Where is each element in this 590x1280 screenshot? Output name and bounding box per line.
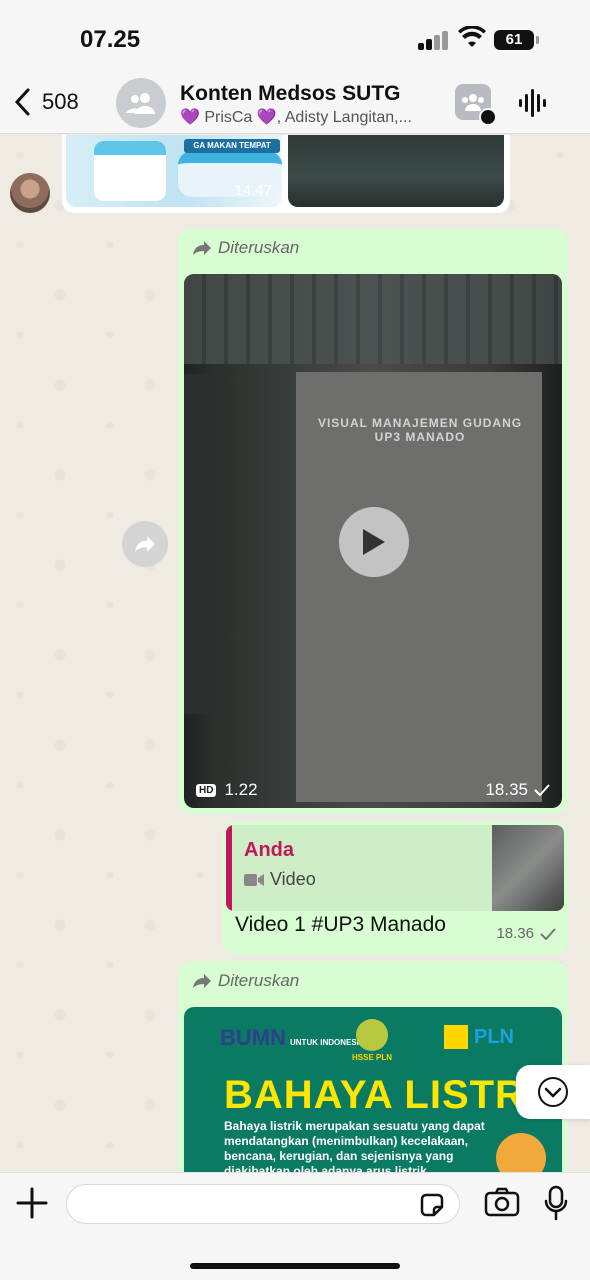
camera-icon[interactable] <box>484 1187 520 1217</box>
community-icon <box>462 94 484 111</box>
scroll-to-bottom-button[interactable] <box>516 1065 590 1119</box>
sent-check-icon <box>534 784 550 796</box>
media-thumbnail[interactable]: GA MAKAN TEMPAT 14.47 <box>66 135 282 207</box>
reply-message[interactable]: Anda Video Video 1 #UP3 Manado 18.36 <box>222 821 568 955</box>
previous-media-message[interactable]: GA MAKAN TEMPAT 14.47 <box>62 135 510 213</box>
microphone-icon[interactable] <box>544 1185 568 1221</box>
forwarded-video-message[interactable]: Diteruskan VISUAL MANAJEMEN GUDANG UP3 M… <box>178 228 568 814</box>
forwarded-image-message[interactable]: Diteruskan BUMN UNTUK INDONESIA HSSE PLN … <box>178 961 568 1172</box>
video-info: HD 1.22 <box>196 780 258 800</box>
message-text: Video 1 #UP3 Manado <box>235 913 446 936</box>
play-icon <box>363 529 385 555</box>
home-indicator <box>190 1263 400 1269</box>
pln-logo: PLN <box>444 1025 514 1049</box>
message-time: 18.35 <box>485 780 528 799</box>
message-time: 14.47 <box>234 182 272 199</box>
image-thumbnail[interactable]: BUMN UNTUK INDONESIA HSSE PLN PLN BAHAYA … <box>184 1007 562 1172</box>
quote-accent-bar <box>226 825 232 911</box>
forward-arrow-icon <box>193 974 211 988</box>
worker-illustration <box>496 1133 546 1172</box>
media-thumbnail[interactable] <box>288 135 504 207</box>
forwarded-label: Diteruskan <box>192 238 299 258</box>
video-poster-title: VISUAL MANAJEMEN GUDANG UP3 MANADO <box>317 416 523 444</box>
poster-title: BAHAYA LISTRIK <box>224 1073 562 1117</box>
thumbnail-tag: GA MAKAN TEMPAT <box>184 139 280 153</box>
quoted-type: Video <box>244 869 316 890</box>
voice-chat-icon[interactable] <box>518 88 546 118</box>
check-badge-icon <box>479 108 497 126</box>
video-background <box>184 374 214 714</box>
message-input[interactable] <box>66 1184 460 1224</box>
product-image <box>94 141 166 201</box>
video-background <box>184 274 562 364</box>
plus-icon[interactable] <box>14 1185 50 1221</box>
bumn-logo: BUMN UNTUK INDONESIA <box>220 1025 365 1050</box>
chevron-left-icon <box>14 88 30 116</box>
hsse-label: HSSE PLN <box>352 1053 393 1062</box>
forward-icon <box>135 536 155 552</box>
hd-badge: HD <box>196 783 217 797</box>
back-button[interactable]: 508 <box>14 88 79 116</box>
status-bar: 07.25 61 <box>0 0 590 80</box>
battery-icon: 61 <box>494 30 539 50</box>
forwarded-label: Diteruskan <box>192 971 299 991</box>
message-composer <box>0 1172 590 1280</box>
sender-avatar[interactable] <box>10 173 50 213</box>
chevron-down-icon <box>538 1077 568 1107</box>
quoted-thumbnail <box>492 825 564 911</box>
message-meta: 18.35 <box>485 780 550 800</box>
chat-members[interactable]: 💜 PrisCa 💜, Adisty Langitan,... <box>180 107 435 127</box>
unread-count: 508 <box>42 89 79 114</box>
forward-button[interactable] <box>122 521 168 567</box>
pln-bolt-icon <box>444 1025 468 1049</box>
video-camera-icon <box>244 873 264 886</box>
status-time: 07.25 <box>80 26 141 53</box>
chat-title[interactable]: Konten Medsos SUTG <box>180 82 401 106</box>
quoted-message[interactable]: Anda Video <box>226 825 564 911</box>
chat-area[interactable]: GA MAKAN TEMPAT 14.47 Diteruskan VISUAL … <box>0 135 590 1172</box>
video-thumbnail[interactable]: VISUAL MANAJEMEN GUDANG UP3 MANADO HD 1.… <box>184 274 562 808</box>
hsse-logo <box>356 1019 388 1051</box>
group-icon <box>126 93 155 114</box>
community-button[interactable] <box>455 84 497 126</box>
group-avatar[interactable] <box>116 78 166 128</box>
message-time: 18.36 <box>496 925 534 942</box>
message-meta: 18.36 <box>496 925 556 942</box>
sticker-icon[interactable] <box>418 1191 446 1219</box>
play-button[interactable] <box>339 507 409 577</box>
poster-body: Bahaya listrik merupakan sesuatu yang da… <box>224 1119 485 1172</box>
wifi-icon <box>458 26 486 47</box>
forward-arrow-icon <box>193 241 211 255</box>
video-duration: 1.22 <box>224 780 258 799</box>
sent-check-icon <box>540 927 556 940</box>
quoted-sender: Anda <box>244 839 294 861</box>
signal-icon <box>418 30 450 50</box>
chat-header: 508 Konten Medsos SUTG 💜 PrisCa 💜, Adist… <box>0 78 590 134</box>
